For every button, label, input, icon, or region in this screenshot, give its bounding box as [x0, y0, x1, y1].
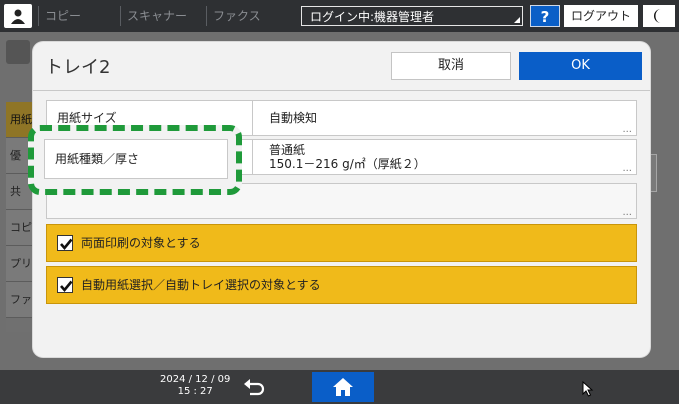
dialog-header: トレイ2 取消 OK — [33, 42, 650, 91]
auto-select-checkbox-label: 自動用紙選択／自動トレイ選択の対象とする — [81, 278, 321, 292]
duplex-checkbox-label: 両面印刷の対象とする — [81, 236, 201, 250]
app-tab-fax[interactable]: ファクス — [206, 6, 293, 26]
checkmark-icon — [60, 238, 73, 251]
back-button[interactable] — [240, 376, 270, 398]
app-tab-copy[interactable]: コピー — [38, 6, 115, 26]
auto-select-checkbox[interactable] — [57, 277, 73, 293]
paper-size-value: 自動検知 — [269, 111, 318, 125]
back-arrow-icon — [244, 379, 265, 396]
energy-saver-button[interactable] — [643, 5, 675, 27]
duplex-target-checkbox-row[interactable]: 両面印刷の対象とする — [46, 224, 637, 262]
moon-icon — [654, 9, 661, 23]
app-tab-scanner[interactable]: スキャナー — [120, 6, 205, 26]
paper-type-value-line1: 普通紙 — [269, 143, 306, 157]
home-icon — [333, 378, 353, 396]
login-status[interactable]: ログイン中:機器管理者 — [301, 6, 523, 26]
paper-type-button-highlighted[interactable]: 用紙種類／厚さ — [44, 139, 228, 179]
home-button[interactable] — [312, 372, 374, 402]
user-icon[interactable] — [4, 4, 32, 28]
ok-button[interactable]: OK — [519, 52, 642, 80]
checkmark-icon — [60, 280, 73, 293]
duplex-checkbox[interactable] — [57, 235, 73, 251]
background-icon — [6, 40, 30, 64]
dialog-title: トレイ2 — [45, 57, 111, 78]
auto-select-checkbox-row[interactable]: 自動用紙選択／自動トレイ選択の対象とする — [46, 266, 637, 304]
corner-indicator-icon — [514, 17, 520, 23]
mouse-pointer-icon — [582, 380, 594, 401]
tray-settings-dialog: トレイ2 取消 OK 用紙サイズ 自動検知 ... 普通紙 150.1－216 … — [33, 42, 650, 357]
help-button[interactable]: ? — [530, 5, 560, 27]
top-bar: コピー スキャナー ファクス ログイン中:機器管理者 ? ログアウト — [0, 0, 679, 32]
cancel-button[interactable]: 取消 — [391, 52, 511, 80]
time-text: 15 : 27 — [177, 386, 213, 397]
more-icon: ... — [622, 207, 632, 218]
date-text: 2024 / 12 / 09 — [160, 374, 231, 385]
login-status-text: ログイン中:機器管理者 — [310, 10, 435, 24]
highlight-callout: 用紙種類／厚さ — [28, 125, 242, 195]
more-icon: ... — [622, 124, 632, 135]
more-icon: ... — [622, 163, 632, 174]
bottom-status-bar: 2024 / 12 / 09 15 : 27 — [0, 370, 679, 404]
date-time: 2024 / 12 / 09 15 : 27 — [160, 374, 230, 398]
paper-type-value-line2: 150.1－216 g/㎡（厚紙２） — [269, 157, 426, 171]
paper-type-value: 普通紙 150.1－216 g/㎡（厚紙２） — [269, 143, 426, 171]
logout-button[interactable]: ログアウト — [564, 5, 638, 27]
